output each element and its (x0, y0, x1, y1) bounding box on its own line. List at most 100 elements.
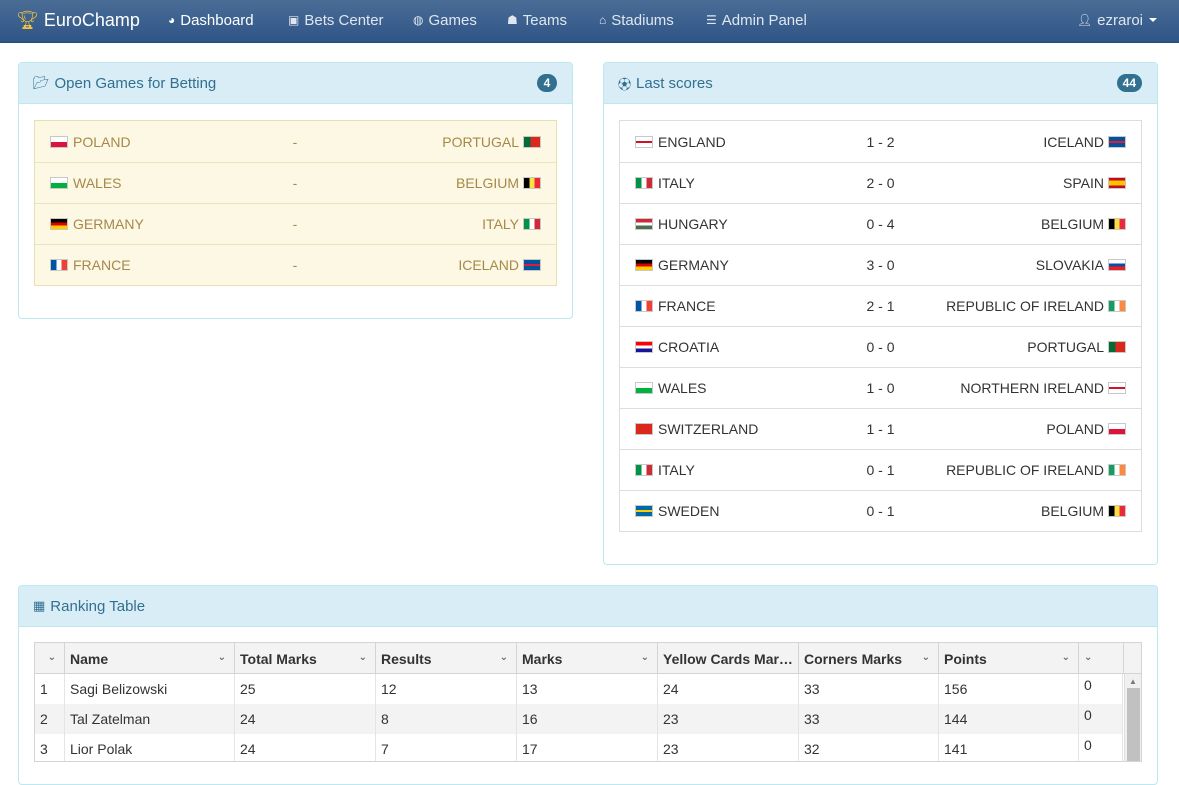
panel-title: Open Games for Betting (54, 74, 217, 92)
column-header-marks[interactable]: Marks ⌄ (517, 643, 658, 674)
home-team: ENGLAND (635, 134, 726, 150)
marks-cell: 17 (517, 734, 658, 761)
away-team-name: SPAIN (1063, 175, 1104, 191)
nav-item-label: Stadiums (611, 11, 674, 29)
away-team: SPAIN (1063, 175, 1126, 191)
total-marks-cell: 25 (235, 674, 376, 704)
home-team: SWITZERLAND (635, 421, 758, 437)
germany-flag-icon (635, 259, 653, 271)
yellow-cards-cell: 23 (658, 704, 799, 734)
score-row[interactable]: CROATIA 0 - 0 PORTUGAL (620, 326, 1141, 367)
open-game-row[interactable]: WALES - BELGIUM (35, 162, 556, 203)
dashboard-icon: ◕ (168, 13, 176, 27)
scroll-up-arrow-icon[interactable]: ▲ (1129, 677, 1137, 686)
away-team: REPUBLIC OF IRELAND (946, 462, 1126, 478)
score-row[interactable]: GERMANY 3 - 0 SLOVAKIA (620, 244, 1141, 285)
nav-item-teams[interactable]: ☗ Teams (507, 0, 567, 40)
user-icon: 👤︎ (1076, 13, 1093, 27)
column-header-name[interactable]: Name ⌄ (65, 643, 235, 674)
spain-flag-icon (1108, 177, 1126, 189)
table-row[interactable]: 3 Lior Polak 24 7 17 23 32 141 0 (35, 734, 1123, 761)
away-team-name: ICELAND (458, 257, 519, 273)
username: ezraroi (1097, 11, 1143, 29)
away-team: NORTHERN IRELAND (960, 380, 1126, 396)
count-badge: 44 (1116, 74, 1142, 92)
brand-logo[interactable]: 🏆︎ EuroChamp (16, 0, 140, 40)
score-row[interactable]: FRANCE 2 - 1 REPUBLIC OF IRELAND (620, 285, 1141, 326)
chevron-down-icon[interactable]: ⌄ (1084, 652, 1092, 663)
column-header-label: Yellow Cards Mar… (663, 650, 793, 667)
table-row[interactable]: 1 Sagi Belizowski 25 12 13 24 33 156 0 (35, 674, 1123, 704)
rank-cell: 3 (35, 734, 65, 761)
nav-item-dashboard[interactable]: ◕ Dashboard (168, 0, 254, 40)
users-icon: ☗ (507, 13, 518, 27)
user-menu[interactable]: 👤︎ ezraroi (1077, 0, 1157, 40)
folder-open-icon: 📂︎ (33, 75, 50, 90)
column-header-extra[interactable]: ⌄ (1079, 643, 1124, 674)
marks-cell: 16 (517, 704, 658, 734)
open-game-row[interactable]: GERMANY - ITALY (35, 203, 556, 244)
open-game-row[interactable]: POLAND - PORTUGAL (35, 121, 556, 162)
open-games-panel: 📂︎ Open Games for Betting 4 POLAND - POR… (18, 62, 573, 319)
away-team: ICELAND (458, 257, 541, 273)
home-team: FRANCE (50, 257, 131, 273)
score-row[interactable]: WALES 1 - 0 NORTHERN IRELAND (620, 367, 1141, 408)
france-flag-icon (635, 300, 653, 312)
iceland-flag-icon (1108, 135, 1126, 148)
nav-item-bets-center[interactable]: ▣ Bets Center (288, 0, 384, 40)
score-row[interactable]: ENGLAND 1 - 2 ICELAND (620, 121, 1141, 162)
chevron-down-icon[interactable]: ⌄ (359, 652, 367, 663)
northern-ireland-flag-icon (1108, 382, 1126, 394)
column-header-results[interactable]: Results ⌄ (376, 643, 517, 674)
column-header-total-marks[interactable]: Total Marks ⌄ (235, 643, 376, 674)
corners-cell: 32 (799, 734, 939, 761)
portugal-flag-icon (1108, 341, 1126, 353)
vertical-scrollbar[interactable]: ▲ (1124, 674, 1141, 761)
home-team: WALES (635, 380, 707, 396)
yellow-cards-cell: 23 (658, 734, 799, 761)
extra-cell: 0 (1079, 674, 1123, 704)
chevron-down-icon[interactable]: ⌄ (922, 652, 930, 663)
nav-item-stadiums[interactable]: ⌂ Stadiums (599, 0, 674, 40)
away-team-name: BELGIUM (1040, 503, 1104, 519)
score-row[interactable]: SWEDEN 0 - 1 BELGIUM (620, 490, 1141, 531)
table-row[interactable]: 2 Tal Zatelman 24 8 16 23 33 144 0 (35, 704, 1123, 734)
score-row[interactable]: ITALY 2 - 0 SPAIN (620, 162, 1141, 203)
home-team-name: POLAND (73, 133, 131, 150)
results-cell: 12 (376, 674, 517, 704)
score-row[interactable]: SWITZERLAND 1 - 1 POLAND (620, 408, 1141, 449)
wales-flag-icon (635, 382, 653, 394)
chevron-down-icon[interactable]: ⌄ (1062, 652, 1070, 663)
away-team-name: ITALY (482, 216, 519, 232)
column-header-points[interactable]: Points ⌄ (939, 643, 1079, 674)
away-team-name: NORTHERN IRELAND (960, 380, 1104, 396)
name-cell: Tal Zatelman (65, 704, 235, 734)
home-team-name: GERMANY (73, 216, 144, 232)
nav-item-label: Games (428, 11, 477, 29)
italy-flag-icon (635, 177, 653, 189)
away-team-name: PORTUGAL (442, 133, 519, 150)
away-team-name: BELGIUM (455, 175, 519, 191)
ireland-flag-icon (1108, 464, 1126, 476)
open-game-row[interactable]: FRANCE - ICELAND (35, 244, 556, 285)
score-row[interactable]: ITALY 0 - 1 REPUBLIC OF IRELAND (620, 449, 1141, 490)
chevron-down-icon[interactable]: ⌄ (48, 652, 56, 663)
column-header-yellow-cards-marks[interactable]: Yellow Cards Mar… (658, 643, 799, 674)
wales-flag-icon (50, 177, 68, 189)
nav-item-games[interactable]: ◍ Games (413, 0, 477, 40)
home-team: POLAND (50, 134, 131, 150)
column-header-corners-marks[interactable]: Corners Marks ⌄ (799, 643, 939, 674)
column-header-label: Corners Marks (804, 650, 903, 667)
yellow-cards-cell: 24 (658, 674, 799, 704)
home-team-name: FRANCE (73, 257, 131, 273)
nav-item-admin-panel[interactable]: ☰ Admin Panel (706, 0, 807, 40)
column-header-label: Total Marks (240, 650, 317, 667)
chevron-down-icon[interactable]: ⌄ (218, 652, 226, 663)
chevron-down-icon[interactable]: ⌄ (500, 652, 508, 663)
score-row[interactable]: HUNGARY 0 - 4 BELGIUM (620, 203, 1141, 244)
away-team: POLAND (1046, 421, 1126, 437)
portugal-flag-icon (523, 135, 541, 148)
home-team-name: FRANCE (658, 298, 716, 314)
chevron-down-icon[interactable]: ⌄ (641, 652, 649, 663)
column-header-index[interactable]: ⌄ (35, 643, 65, 674)
